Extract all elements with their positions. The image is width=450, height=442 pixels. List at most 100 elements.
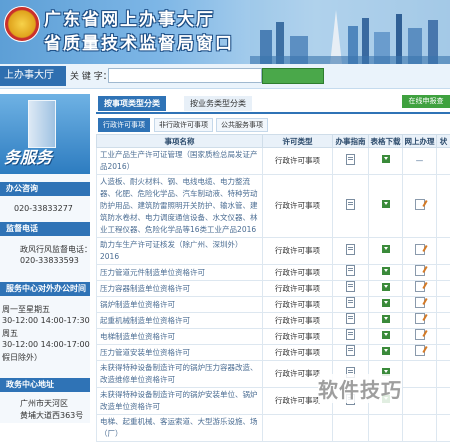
- item-name-link[interactable]: 电梯制造单位资格许可: [97, 329, 263, 345]
- item-name-link[interactable]: 压力管道安装单位资格许可: [97, 345, 263, 361]
- search-button[interactable]: [262, 68, 324, 84]
- online-apply-icon[interactable]: [415, 199, 425, 210]
- download-icon[interactable]: [382, 299, 390, 307]
- download-cell: [369, 297, 403, 313]
- download-icon[interactable]: [382, 331, 390, 339]
- download-cell: [369, 238, 403, 265]
- guide-doc-icon[interactable]: [346, 265, 355, 276]
- table-row[interactable]: 助力车生产许可证核发（除广州、深圳外）2016行政许可事项: [97, 238, 450, 265]
- online-cell: [403, 175, 437, 238]
- status-cell: [437, 238, 450, 265]
- online-apply-icon[interactable]: [415, 345, 425, 356]
- online-apply-icon[interactable]: [415, 329, 425, 340]
- download-cell: [369, 345, 403, 361]
- item-name-link[interactable]: 助力车生产许可证核发（除广州、深圳外）2016: [97, 238, 263, 265]
- building-image: [28, 100, 56, 148]
- guide-cell: [333, 415, 369, 442]
- item-name-link[interactable]: 压力管道元件制造单位资格许可: [97, 265, 263, 281]
- guide-doc-icon[interactable]: [346, 345, 355, 356]
- online-cell: [403, 361, 437, 388]
- status-cell: [437, 148, 450, 175]
- download-icon[interactable]: [382, 315, 390, 323]
- tab-by-item-type[interactable]: 按事项类型分类: [98, 96, 166, 111]
- guide-cell: [333, 297, 369, 313]
- item-name-link[interactable]: 电梯、起重机械、客运索道、大型游乐设施、场（厂）: [97, 415, 263, 442]
- table-row[interactable]: 压力容器制造单位资格许可行政许可事项: [97, 281, 450, 297]
- sidebar-heading-supervision: 监督电话: [0, 222, 90, 236]
- online-apply-icon[interactable]: [415, 265, 425, 276]
- promo-text: 务服务: [4, 144, 52, 168]
- guide-doc-icon[interactable]: [346, 154, 355, 165]
- home-tab[interactable]: 上办事大厅: [0, 66, 66, 86]
- table-row[interactable]: 压力管道元件制造单位资格许可行政许可事项: [97, 265, 450, 281]
- download-icon[interactable]: [382, 155, 390, 163]
- download-icon[interactable]: [382, 245, 390, 253]
- keyword-label: 关 键 字：: [70, 69, 112, 82]
- guide-cell: [333, 329, 369, 345]
- status-cell: [437, 415, 450, 442]
- item-name-link[interactable]: 锅炉制造单位资格许可: [97, 297, 263, 313]
- table-row[interactable]: 锅炉制造单位资格许可行政许可事项: [97, 297, 450, 313]
- item-name-link[interactable]: 未获得特种设备制造许可的锅炉压力容器改造、改造维修单位资格许可: [97, 361, 263, 388]
- online-apply-icon[interactable]: [415, 313, 425, 324]
- col-online-handle: 网上办理: [403, 135, 437, 148]
- status-cell: [437, 345, 450, 361]
- supervision-label: 政风行风监督电话：: [20, 244, 92, 255]
- subtab-public-service[interactable]: 公共服务事项: [216, 118, 268, 132]
- hours-line-4: 30-12:00 14:00-17:00: [2, 340, 90, 349]
- subtab-admin-license[interactable]: 行政许可事项: [98, 118, 150, 132]
- download-icon[interactable]: [382, 347, 390, 355]
- guide-doc-icon[interactable]: [346, 199, 355, 210]
- online-cell: [403, 297, 437, 313]
- download-icon[interactable]: [382, 283, 390, 291]
- item-name-link[interactable]: 起重机械制造单位资格许可: [97, 313, 263, 329]
- guide-doc-icon[interactable]: [346, 244, 355, 255]
- guide-doc-icon[interactable]: [346, 329, 355, 340]
- download-cell: [369, 265, 403, 281]
- hours-line-2: 30-12:00 14:00-17:30: [2, 316, 90, 325]
- table-row[interactable]: 电梯制造单位资格许可行政许可事项: [97, 329, 450, 345]
- tab-by-business-type[interactable]: 按业务类型分类: [184, 96, 252, 111]
- online-cell: [403, 415, 437, 442]
- online-apply-icon[interactable]: [415, 244, 425, 255]
- supervision-phone: 020-33833593: [20, 256, 79, 265]
- online-cell: [403, 281, 437, 297]
- item-name-link[interactable]: 未获得特种设备制造许可的锅炉安装单位、锅炉改造单位资格许可: [97, 388, 263, 415]
- download-icon[interactable]: [382, 200, 390, 208]
- guide-doc-icon[interactable]: [346, 281, 355, 292]
- table-row[interactable]: 电梯、起重机械、客运索道、大型游乐设施、场（厂）: [97, 415, 450, 442]
- online-apply-icon[interactable]: [415, 281, 425, 292]
- promo-banner[interactable]: 务服务: [0, 94, 90, 174]
- table-row[interactable]: 工业产品生产许可证管理（国家质检总局发证产品2016）行政许可事项—: [97, 148, 450, 175]
- download-cell: [369, 281, 403, 297]
- guide-doc-icon[interactable]: [346, 297, 355, 308]
- table-row[interactable]: 人造板、耐火材料、钢、电线电缆、电力整流器、化肥、危险化学品、汽车制动液、特种劳…: [97, 175, 450, 238]
- status-cell: [437, 265, 450, 281]
- item-name-link[interactable]: 人造板、耐火材料、钢、电线电缆、电力整流器、化肥、危险化学品、汽车制动液、特种劳…: [97, 175, 263, 238]
- download-cell: [369, 415, 403, 442]
- keyword-input[interactable]: [108, 68, 262, 83]
- license-type-cell: [263, 415, 333, 442]
- sidebar-heading-address: 政务中心地址: [0, 378, 90, 392]
- item-name-link[interactable]: 压力容器制造单位资格许可: [97, 281, 263, 297]
- watermark-text: 软件技巧: [318, 374, 402, 403]
- guide-cell: [333, 238, 369, 265]
- online-apply-query-button[interactable]: 在线申报查: [402, 95, 450, 108]
- guide-doc-icon[interactable]: [346, 313, 355, 324]
- license-type-cell: 行政许可事项: [263, 297, 333, 313]
- guide-cell: [333, 175, 369, 238]
- download-icon[interactable]: [382, 267, 390, 275]
- table-header-row: 事项名称 许可类型 办事指南 表格下载 网上办理 状: [97, 135, 450, 148]
- city-skyline-image: [250, 0, 450, 64]
- site-title: 广东省网上办事大厅: [44, 5, 215, 30]
- subtab-non-admin-license[interactable]: 非行政许可事项: [154, 118, 213, 132]
- hours-line-3: 周五: [2, 328, 18, 339]
- online-apply-icon[interactable]: [415, 297, 425, 308]
- table-row[interactable]: 压力管道安装单位资格许可行政许可事项: [97, 345, 450, 361]
- table-row[interactable]: 起重机械制造单位资格许可行政许可事项: [97, 313, 450, 329]
- online-cell: —: [403, 148, 437, 175]
- sidebar: 务服务 办公咨询 020-33833277 监督电话 政风行风监督电话： 020…: [0, 94, 90, 423]
- online-cell: [403, 388, 437, 415]
- item-name-link[interactable]: 工业产品生产许可证管理（国家质检总局发证产品2016）: [97, 148, 263, 175]
- license-type-cell: 行政许可事项: [263, 175, 333, 238]
